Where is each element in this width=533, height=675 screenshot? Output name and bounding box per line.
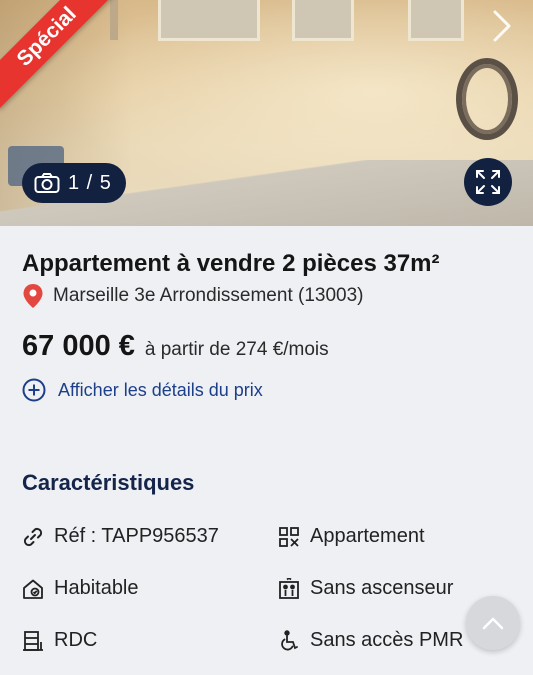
monthly-price: à partir de 274 €/mois <box>144 339 329 360</box>
listing-location: Marseille 3e Arrondissement (13003) <box>22 283 364 309</box>
listing-title: Appartement à vendre 2 pièces 37m² <box>22 250 440 277</box>
location-text: Marseille 3e Arrondissement (13003) <box>53 285 364 306</box>
expand-icon <box>476 170 500 194</box>
feature-label: Sans accès PMR <box>310 629 464 651</box>
feature-label: Habitable <box>54 577 139 599</box>
photo-hose <box>456 58 518 140</box>
price-details-link[interactable]: Afficher les détails du prix <box>22 378 263 402</box>
photo-counter[interactable]: 1 / 5 <box>22 163 126 203</box>
feature-label: RDC <box>54 629 98 651</box>
photo-window <box>158 0 260 41</box>
feature-label: Appartement <box>310 525 425 547</box>
characteristics-title: Caractéristiques <box>22 470 195 495</box>
photo-counter-text: 1 / 5 <box>68 171 112 194</box>
scroll-to-top-button[interactable] <box>466 596 520 650</box>
building-icon <box>279 526 299 547</box>
feature-reference: Réf : TAPP956537 <box>22 525 219 548</box>
photo-pipe <box>110 0 118 40</box>
camera-icon <box>34 173 60 193</box>
home-check-icon <box>23 579 43 599</box>
feature-condition: Habitable <box>22 577 139 600</box>
price-row: 67 000 € à partir de 274 €/mois <box>22 330 329 363</box>
feature-label: Réf : TAPP956537 <box>54 525 219 547</box>
photo-shutter <box>408 0 464 41</box>
price-details-label: Afficher les détails du prix <box>58 379 263 400</box>
chevron-right-icon[interactable] <box>488 8 516 44</box>
photo-gallery[interactable]: Spécial 1 / 5 <box>0 0 533 226</box>
feature-elevator: Sans ascenseur <box>278 577 453 600</box>
feature-type: Appartement <box>278 525 425 548</box>
plus-circle-icon <box>22 378 46 402</box>
listing-price: 67 000 € <box>22 330 135 362</box>
link-icon <box>23 527 43 546</box>
chevron-up-icon <box>482 617 504 630</box>
feature-accessibility: Sans accès PMR <box>278 629 463 652</box>
location-pin-icon <box>23 284 43 308</box>
floor-icon <box>23 630 43 651</box>
fullscreen-button[interactable] <box>464 158 512 206</box>
feature-floor: RDC <box>22 629 97 652</box>
wheelchair-icon <box>281 629 298 650</box>
elevator-icon <box>279 577 299 599</box>
feature-label: Sans ascenseur <box>310 577 454 599</box>
photo-shutter <box>292 0 354 41</box>
